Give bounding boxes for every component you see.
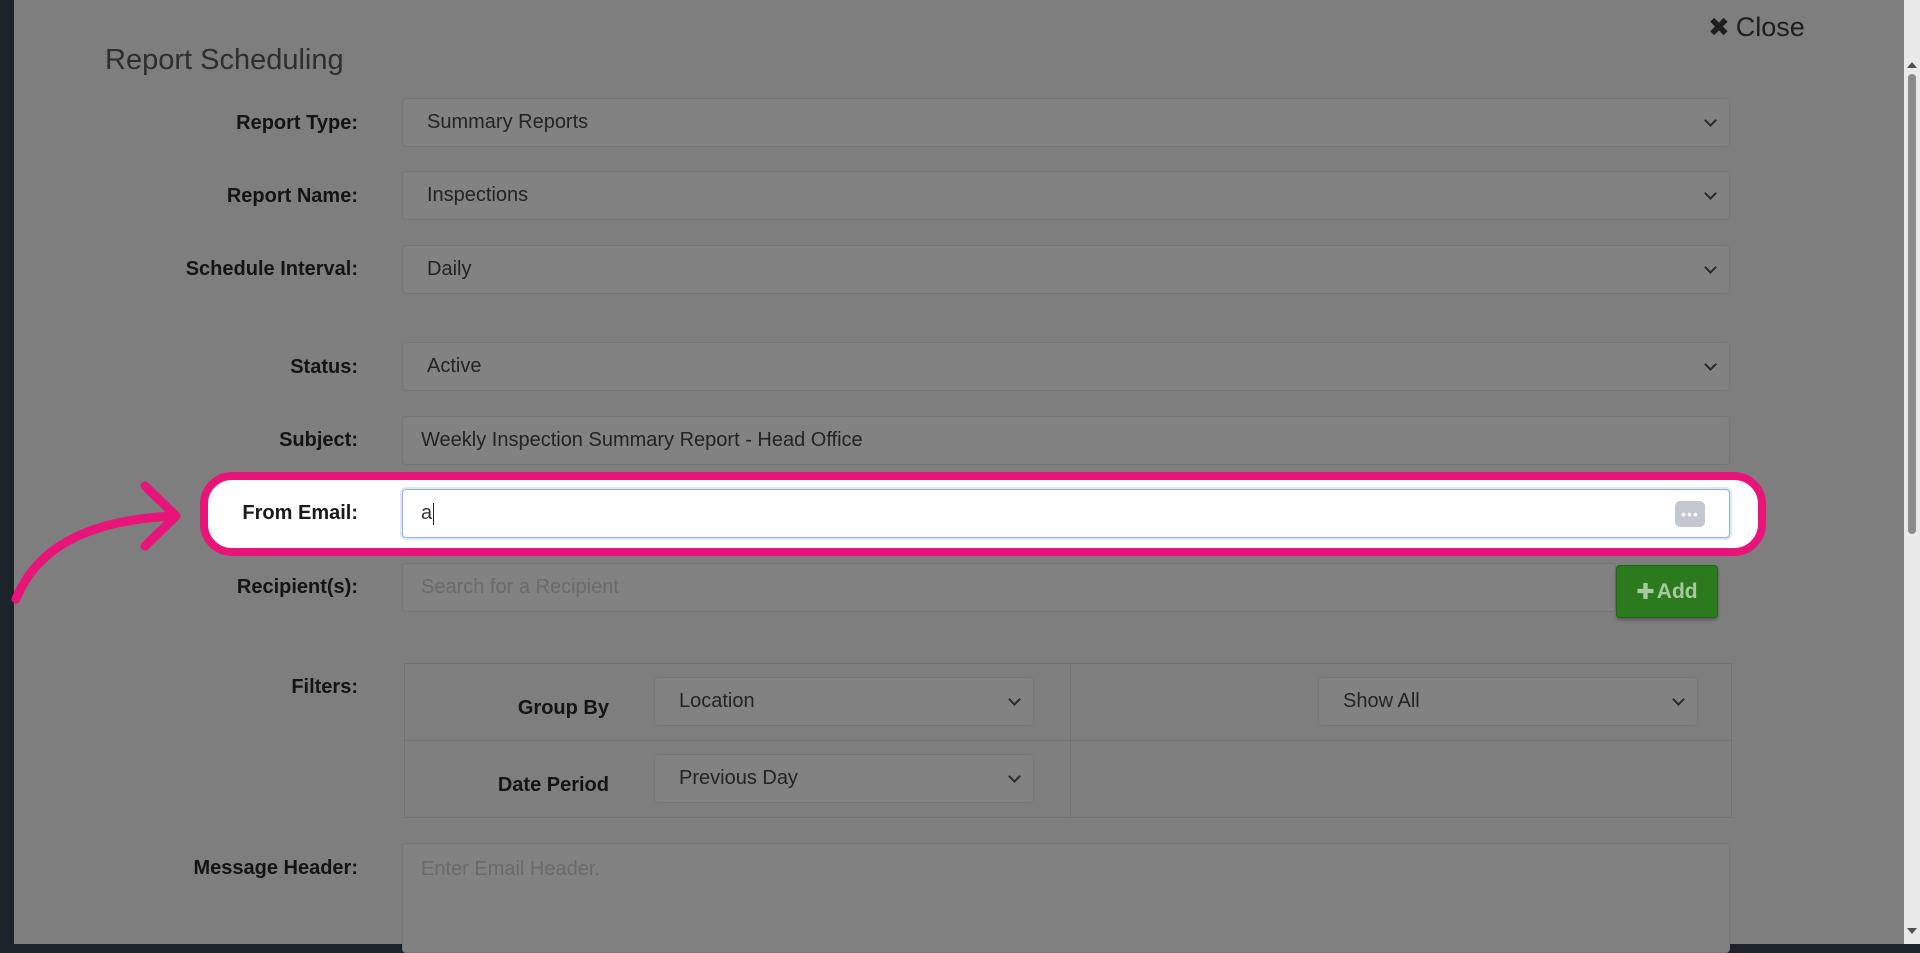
report-type-value: Summary Reports (427, 111, 589, 133)
message-header-placeholder: Enter Email Header. (421, 858, 600, 880)
from-email-value: a (421, 502, 433, 524)
group-by-value: Location (679, 690, 755, 712)
close-button[interactable]: ✖ Close (1708, 12, 1805, 43)
template-select[interactable]: Show All (1318, 677, 1698, 726)
recipient-search-placeholder: Search for a Recipient (421, 576, 619, 598)
recipients-label: Recipient(s): (236, 576, 358, 598)
text-caret (433, 502, 435, 525)
date-period-select[interactable]: Previous Day (654, 754, 1034, 803)
recipient-search-input[interactable]: Search for a Recipient (402, 563, 1616, 612)
scroll-down-arrow-icon[interactable] (1907, 928, 1917, 934)
from-email-input[interactable]: a ••• (402, 489, 1730, 538)
subject-value: Weekly Inspection Summary Report - Head … (421, 429, 863, 451)
close-label: Close (1735, 12, 1805, 42)
scroll-up-arrow-icon[interactable] (1907, 62, 1917, 68)
message-header-textarea[interactable]: Enter Email Header. (402, 843, 1730, 953)
filters-panel: Group By Location Template Show All Date… (404, 663, 1732, 818)
report-type-label: Report Type: (236, 112, 358, 134)
date-period-value: Previous Day (679, 767, 798, 789)
group-by-select[interactable]: Location (654, 677, 1034, 726)
filters-label: Filters: (291, 676, 358, 698)
status-label: Status: (290, 356, 358, 378)
message-header-label: Message Header: (193, 857, 358, 879)
schedule-interval-select[interactable]: Daily (402, 245, 1730, 294)
modal-title: Report Scheduling (105, 44, 344, 76)
status-value: Active (427, 355, 482, 377)
subject-label: Subject: (279, 429, 358, 451)
close-x-icon: ✖ (1708, 12, 1730, 42)
add-button-label: Add (1656, 579, 1698, 603)
plus-icon: ✚ (1636, 578, 1655, 604)
status-select[interactable]: Active (402, 342, 1730, 391)
date-period-label: Date Period (497, 774, 609, 796)
template-value: Show All (1343, 690, 1420, 712)
password-manager-icon[interactable]: ••• (1675, 501, 1705, 527)
group-by-label: Group By (517, 697, 609, 719)
report-name-value: Inspections (427, 184, 529, 206)
report-type-select[interactable]: Summary Reports (402, 98, 1730, 147)
subject-input[interactable]: Weekly Inspection Summary Report - Head … (402, 416, 1730, 465)
scrollbar[interactable] (1904, 0, 1920, 944)
report-name-select[interactable]: Inspections (402, 171, 1730, 220)
add-recipient-button[interactable]: ✚ Add (1616, 565, 1718, 618)
schedule-interval-value: Daily (427, 258, 472, 280)
schedule-interval-label: Schedule Interval: (185, 258, 358, 280)
filters-divider (405, 740, 1731, 741)
scroll-thumb[interactable] (1908, 74, 1916, 534)
report-name-label: Report Name: (226, 185, 358, 207)
